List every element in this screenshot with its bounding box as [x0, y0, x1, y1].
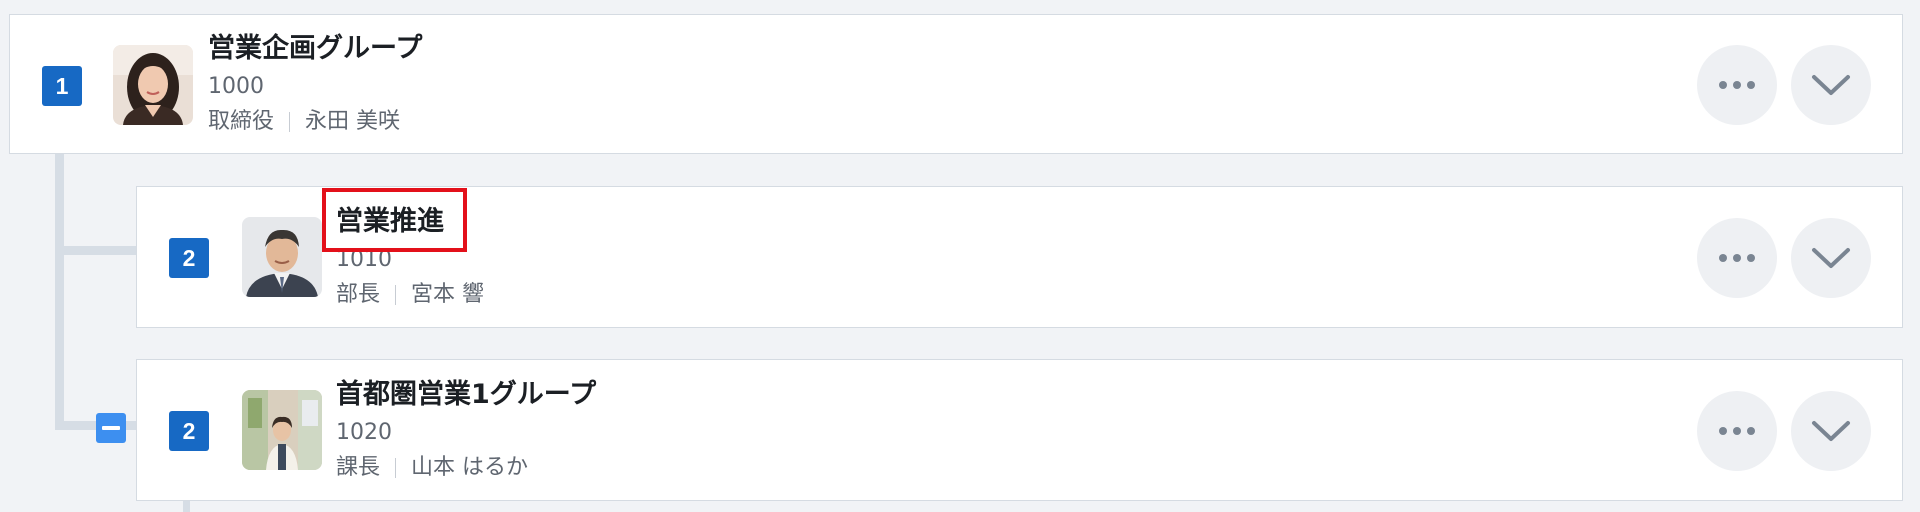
manager-title: 部長: [336, 282, 381, 307]
level-badge: 2: [169, 238, 209, 278]
chevron-down-icon: [1812, 421, 1850, 441]
tree-branch-line: [55, 246, 137, 255]
manager-name: 宮本 響: [411, 282, 485, 307]
minus-bar: [102, 426, 120, 430]
org-unit-code: 1020: [336, 420, 392, 445]
highlight-box: [322, 188, 467, 252]
more-button[interactable]: [1697, 218, 1777, 298]
chevron-down-icon: [1812, 248, 1850, 268]
org-unit-card[interactable]: 2 首都圏営業1グループ 1020 課長 山本 はるか: [136, 359, 1903, 501]
org-tree: 1 営業企画グループ 1000 取締役 永田 美咲 2 営業推進 1010 部長…: [0, 0, 1920, 512]
manager-info: 課長 山本 はるか: [336, 454, 528, 482]
org-unit-code: 1000: [208, 74, 264, 99]
more-horizontal-icon: [1719, 254, 1755, 262]
avatar: [113, 45, 193, 125]
manager-info: 取締役 永田 美咲: [208, 108, 400, 136]
org-unit-card[interactable]: 1 営業企画グループ 1000 取締役 永田 美咲: [9, 14, 1903, 154]
manager-title: 課長: [336, 455, 381, 480]
expand-button[interactable]: [1791, 45, 1871, 125]
manager-name: 永田 美咲: [305, 109, 401, 134]
expand-button[interactable]: [1791, 218, 1871, 298]
manager-name: 山本 はるか: [411, 455, 529, 480]
chevron-down-icon: [1812, 75, 1850, 95]
avatar: [242, 217, 322, 297]
org-unit-name: 首都圏営業1グループ: [336, 379, 597, 410]
separator: [395, 285, 397, 305]
avatar: [242, 390, 322, 470]
more-button[interactable]: [1697, 45, 1777, 125]
level-badge: 2: [169, 411, 209, 451]
more-horizontal-icon: [1719, 81, 1755, 89]
manager-info: 部長 宮本 響: [336, 281, 484, 309]
more-horizontal-icon: [1719, 427, 1755, 435]
separator: [289, 112, 291, 132]
collapse-minus-icon[interactable]: [96, 413, 126, 443]
manager-title: 取締役: [208, 109, 275, 134]
tree-trunk-line: [55, 152, 64, 430]
expand-button[interactable]: [1791, 391, 1871, 471]
org-unit-name: 営業企画グループ: [208, 33, 423, 64]
separator: [395, 458, 397, 478]
level-badge: 1: [42, 66, 82, 106]
more-button[interactable]: [1697, 391, 1777, 471]
